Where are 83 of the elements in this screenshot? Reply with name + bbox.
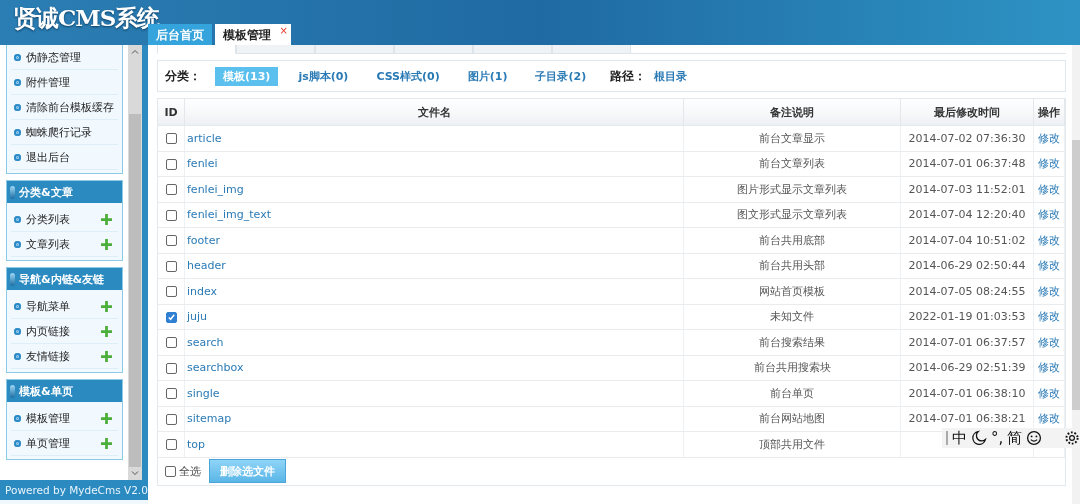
file-link[interactable]: footer [187, 233, 220, 247]
file-link[interactable]: fenlei [187, 157, 218, 171]
table-cell: 2014-07-05 08:24:55 [900, 278, 1034, 304]
category-link[interactable]: CSS样式(0) [368, 66, 448, 86]
file-link[interactable]: index [187, 284, 218, 298]
table-cell: 图文形式显示文章列表 [683, 202, 901, 228]
table-cell: 前台共用搜索块 [683, 355, 901, 381]
edit-link[interactable]: 修改 [1038, 412, 1060, 426]
table-cell: 2014-07-02 07:36:30 [900, 125, 1034, 151]
table-cell: 2014-07-04 10:51:02 [900, 227, 1034, 253]
table-cell: 2014-06-29 02:50:44 [900, 253, 1034, 279]
menu-item[interactable]: 分类列表 [26, 211, 90, 227]
table-cell: 2014-07-03 11:52:01 [900, 176, 1034, 202]
tab[interactable]: 后台首页 [148, 24, 212, 45]
menu-item[interactable]: 伪静态管理 [26, 49, 81, 65]
edit-link[interactable]: 修改 [1038, 259, 1060, 273]
file-link[interactable]: fenlei_img_text [187, 208, 271, 222]
select-all-label[interactable]: 全选 [179, 463, 201, 479]
menu-item[interactable]: 导航菜单 [26, 298, 90, 314]
table-cell: 未知文件 [683, 304, 901, 330]
edit-link[interactable]: 修改 [1038, 284, 1060, 298]
edit-link[interactable]: 修改 [1038, 182, 1060, 196]
table-cell: 图片形式显示文章列表 [683, 176, 901, 202]
edit-link[interactable]: 修改 [1038, 233, 1060, 247]
menu-item[interactable]: 模板管理 [26, 410, 90, 426]
file-link[interactable]: header [187, 259, 226, 273]
table-cell: 前台网站地图 [683, 406, 901, 432]
file-link[interactable]: fenlei_img [187, 182, 244, 196]
menu-item[interactable]: 单页管理 [26, 435, 90, 451]
file-link[interactable]: search [187, 335, 224, 349]
table-cell: 前台搜索结果 [683, 329, 901, 355]
file-link[interactable]: searchbox [187, 361, 244, 375]
table-cell: 前台文章显示 [683, 125, 901, 151]
menu-item[interactable]: 清除前台模板缓存 [26, 99, 114, 115]
edit-link[interactable]: 修改 [1038, 310, 1060, 324]
edit-link[interactable]: 修改 [1038, 131, 1060, 145]
table-cell: 前台共用头部 [683, 253, 901, 279]
table-cell: 前台共用底部 [683, 227, 901, 253]
table-cell: 2014-07-01 06:37:57 [900, 329, 1034, 355]
table-cell: 2014-07-04 12:20:40 [900, 202, 1034, 228]
menu-item[interactable]: 内页链接 [26, 323, 90, 339]
group-title: 模板&单页 [19, 383, 73, 399]
tab[interactable]: 模板管理 × [215, 24, 291, 45]
table-cell: 2022-01-19 01:03:53 [900, 304, 1034, 330]
column-header: 最后修改时间 [900, 99, 1034, 126]
edit-link[interactable]: 修改 [1038, 208, 1060, 222]
table-cell: 前台单页 [683, 380, 901, 406]
group-title: 分类&文章 [19, 184, 73, 200]
table-cell: 2014-07-01 06:37:48 [900, 151, 1034, 177]
menu-item[interactable]: 退出后台 [26, 149, 70, 165]
file-link[interactable]: top [187, 437, 206, 451]
edit-link[interactable]: 修改 [1038, 335, 1060, 349]
edit-link[interactable]: 修改 [1038, 361, 1060, 375]
script-toggle[interactable]: 简 [1007, 430, 1023, 446]
menu-item[interactable]: 文章列表 [26, 236, 90, 252]
file-link[interactable]: juju [187, 310, 208, 324]
menu-item[interactable]: 蜘蛛爬行记录 [26, 124, 92, 140]
column-header: ID [158, 99, 185, 126]
file-link[interactable]: article [187, 131, 222, 145]
column-header: 操作 [1033, 99, 1065, 126]
menu-item[interactable]: 友情链接 [26, 348, 90, 364]
file-link[interactable]: sitemap [187, 412, 232, 426]
table-cell: 前台文章列表 [683, 151, 901, 177]
table-cell: 网站首页模板 [683, 278, 901, 304]
table-cell: 2014-06-29 02:51:39 [900, 355, 1034, 381]
filter-label: 分类： [165, 67, 201, 85]
category-link[interactable]: 子目录(2) [527, 66, 595, 86]
edit-link[interactable]: 修改 [1038, 157, 1060, 171]
table-cell: 2014-07-01 06:38:10 [900, 380, 1034, 406]
column-header: 文件名 [184, 99, 684, 126]
footer-text: Powered by MydeCms V2.0 [0, 480, 148, 500]
group-title: 导航&内链&友链 [19, 271, 105, 287]
input-mode-toggle[interactable]: 中 [952, 430, 967, 446]
edit-link[interactable]: 修改 [1038, 386, 1060, 400]
column-header: 备注说明 [683, 99, 901, 126]
punctuation-toggle[interactable]: °, [991, 430, 1004, 446]
file-link[interactable]: single [187, 386, 220, 400]
category-link[interactable]: 图片(1) [459, 66, 516, 86]
category-link[interactable]: js脚本(0) [290, 66, 357, 86]
path-label: 路径： [610, 67, 647, 85]
path-link[interactable]: 根目录 [654, 68, 688, 84]
menu-item[interactable]: 附件管理 [26, 74, 70, 90]
table-cell: 顶部共用文件 [683, 431, 901, 457]
